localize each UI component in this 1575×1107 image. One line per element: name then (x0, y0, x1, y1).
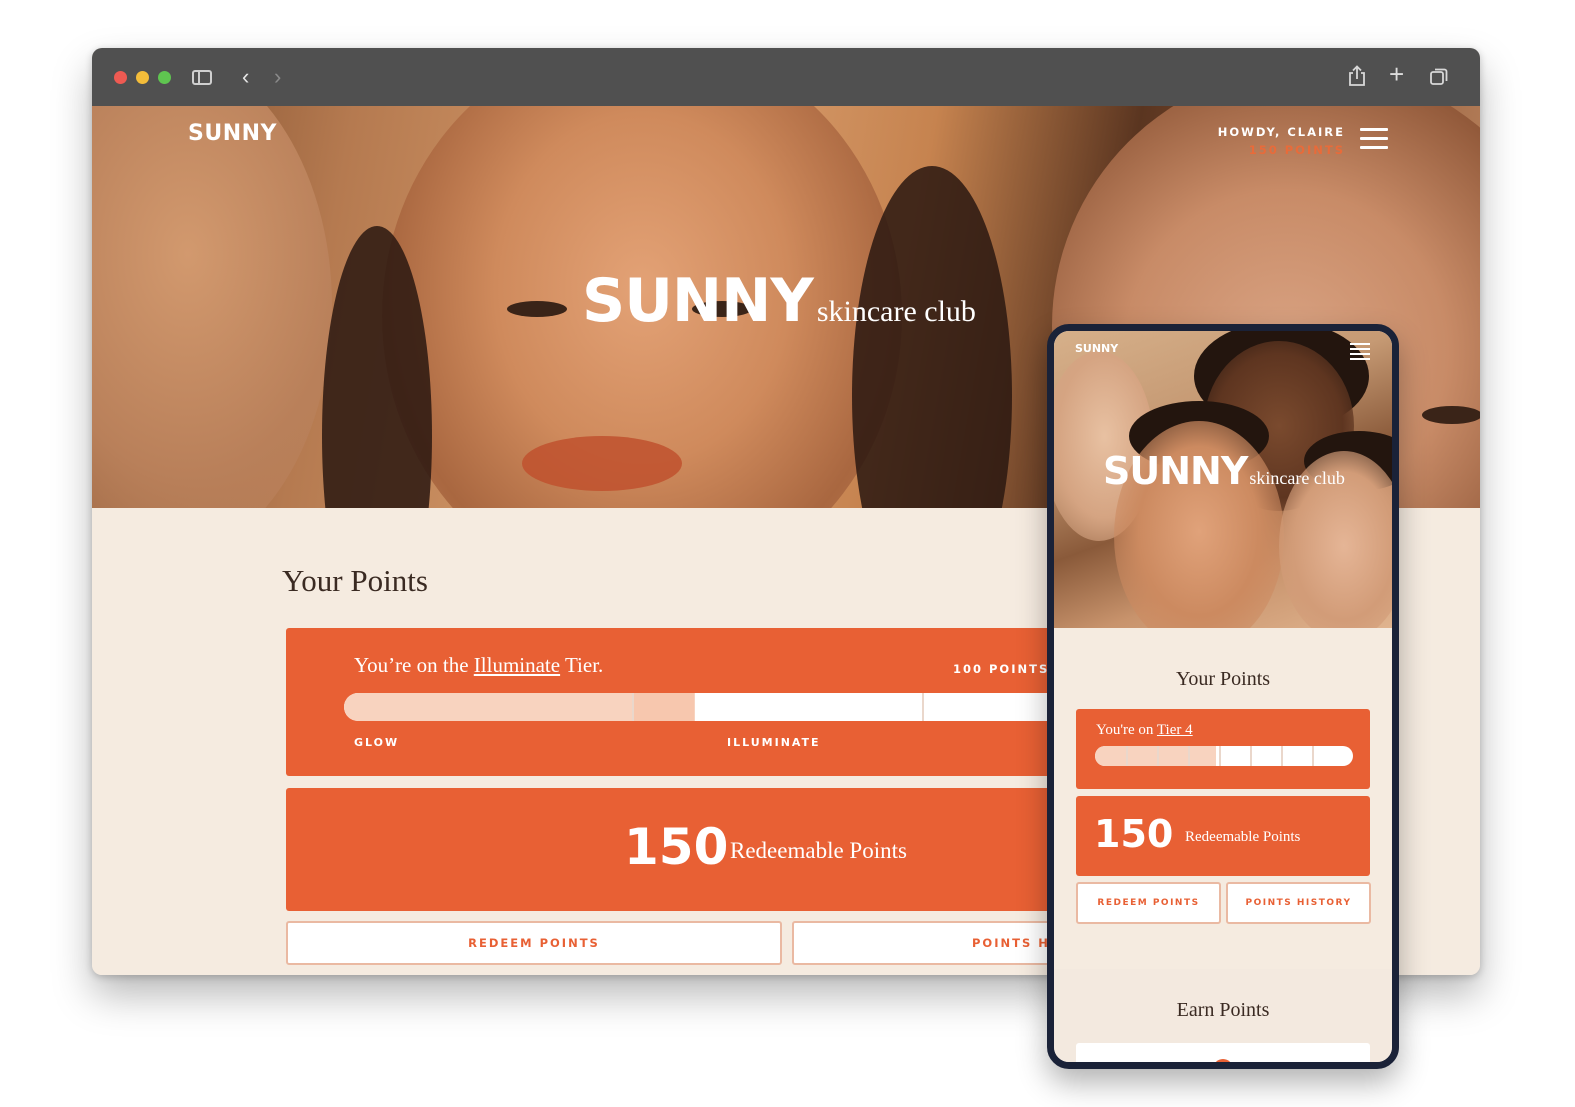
mobile-brand-logo[interactable]: SUNNY (1075, 342, 1118, 355)
brand-logo[interactable]: SUNNY (188, 121, 277, 146)
tier-progress-segment (634, 693, 694, 721)
mobile-tier-prefix: You're on (1096, 722, 1154, 738)
mobile-redeemable-points-label: Redeemable Points (1185, 829, 1301, 845)
hero-title-brand: SUNNY (582, 266, 814, 336)
hero-photo-eye (1422, 406, 1480, 424)
mobile-hero-title-brand: SUNNY (1103, 449, 1248, 493)
close-window-button[interactable] (114, 71, 127, 84)
mobile-redeemable-points-value: 150 (1094, 812, 1174, 856)
tier-label-illuminate: ILLUMINATE (727, 736, 821, 749)
tab-overview-icon[interactable] (1430, 68, 1448, 86)
mobile-tier-progress-divider (1250, 746, 1252, 766)
hero-title: SUNNY skincare club (582, 266, 976, 336)
mobile-tier-status-text: You're on Tier 4 (1096, 722, 1193, 739)
sidebar-toggle-icon[interactable] (192, 70, 212, 85)
share-icon[interactable] (1348, 65, 1366, 87)
mobile-tier-progress-divider (1312, 746, 1314, 766)
mobile-tier-progress-divider (1281, 746, 1283, 766)
tier-prefix: You’re on the (354, 653, 469, 677)
browser-titlebar: ‹ › + (92, 48, 1480, 106)
redeem-points-button[interactable]: REDEEM POINTS (286, 921, 782, 965)
mobile-earn-heading: Earn Points (1176, 999, 1270, 1021)
tier-status-text: You’re on the Illuminate Tier. (354, 653, 603, 678)
back-arrow-icon[interactable]: ‹ (242, 65, 249, 89)
mobile-earn-section: Earn Points (1054, 969, 1392, 1062)
mobile-earn-card (1076, 1043, 1370, 1062)
mobile-points-history-button[interactable]: POINTS HISTORY (1226, 882, 1371, 924)
hero-photo-face (92, 106, 332, 508)
mobile-phone-frame: SUNNY SUNNY skincare club Your Points You… (1047, 324, 1399, 1069)
mobile-hero-banner: SUNNY SUNNY skincare club (1054, 331, 1392, 628)
mobile-tier-name-link[interactable]: Tier 4 (1157, 722, 1193, 738)
redeemable-points-value: 150 (624, 818, 729, 876)
mobile-tier-progress-fill (1095, 746, 1217, 766)
new-tab-icon[interactable]: + (1389, 61, 1404, 87)
mobile-earn-icon (1213, 1059, 1233, 1062)
section-heading: Your Points (282, 563, 428, 598)
mobile-tier-progress-divider (1219, 746, 1221, 766)
hero-photo-eye (507, 301, 567, 317)
tier-progress-divider (922, 693, 924, 721)
mobile-hamburger-menu-icon[interactable] (1350, 343, 1370, 360)
mobile-tier-card: You're on Tier 4 (1076, 709, 1370, 789)
hero-title-subtitle: skincare club (816, 295, 976, 328)
mobile-hero-title: SUNNY skincare club (1103, 449, 1345, 493)
hamburger-menu-icon[interactable] (1360, 128, 1388, 150)
user-greeting: HOWDY, CLAIRE (1217, 125, 1345, 139)
hero-photo-lips (522, 436, 682, 491)
mobile-tier-progress-divider (1157, 746, 1159, 766)
zoom-window-button[interactable] (158, 71, 171, 84)
mobile-section-heading: Your Points (1175, 668, 1271, 690)
tier-label-glow: GLOW (354, 736, 400, 749)
redeemable-points-label: Redeemable Points (730, 838, 907, 863)
forward-arrow-icon[interactable]: › (274, 65, 281, 89)
minimize-window-button[interactable] (136, 71, 149, 84)
tier-suffix: Tier. (564, 653, 604, 677)
mobile-hero-title-subtitle: skincare club (1249, 468, 1345, 488)
tier-progress-divider (632, 693, 634, 721)
mobile-redeem-points-button[interactable]: REDEEM POINTS (1076, 882, 1221, 924)
mobile-tier-progress-bar (1095, 746, 1353, 766)
mobile-tier-progress-divider (1126, 746, 1128, 766)
tier-name-link[interactable]: Illuminate (474, 653, 560, 677)
header-points-link[interactable]: 150 POINTS (1192, 143, 1345, 157)
mobile-redeemable-points-card: 150 Redeemable Points (1076, 796, 1370, 876)
mobile-tier-progress-divider (1188, 746, 1190, 766)
